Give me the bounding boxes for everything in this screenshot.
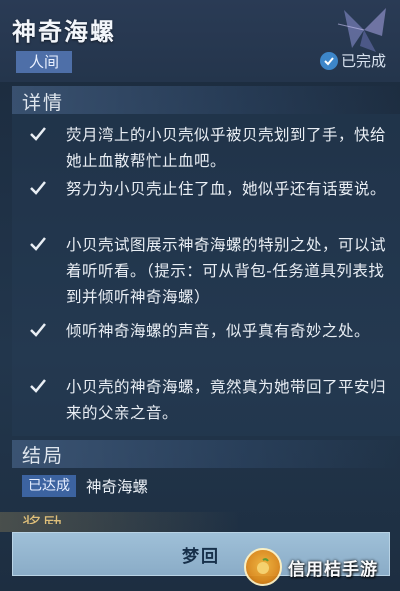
quest-title: 神奇海螺 [12, 18, 116, 46]
orange-logo-icon [244, 548, 282, 586]
watermark-text: 信用桔手游 [288, 559, 378, 580]
butterfly-emblem-icon [337, 8, 386, 52]
watermark: 信用桔手游 [244, 548, 378, 586]
completed-label: 已完成 [340, 52, 386, 70]
completed-badge: 已完成 [319, 50, 386, 71]
check-circle-icon [319, 51, 338, 70]
details-section-title: 详情 [22, 92, 65, 114]
check-icon [30, 379, 46, 393]
check-icon [30, 127, 46, 141]
check-icon [30, 323, 46, 337]
realm-tag: 人间 [16, 51, 72, 73]
ending-achieved-tag: 已达成 [22, 475, 76, 497]
ending-section-title: 结局 [22, 445, 65, 467]
task-text: 荧月湾上的小贝壳似乎被贝壳划到了手，快给她止血散帮忙止血吧。 [66, 126, 387, 170]
task-text: 小贝壳的神奇海螺，竟然真为她带回了平安归来的父亲之音。 [66, 378, 387, 422]
quest-header: 神奇海螺 人间 已完成 [0, 0, 400, 82]
ending-row: 已达成 神奇海螺 [22, 474, 148, 498]
check-icon [30, 181, 46, 195]
reward-section-title: 奖励 [22, 510, 64, 524]
check-icon [30, 237, 46, 251]
task-text: 小贝壳试图展示神奇海螺的特别之处，可以试着听听看。（提示：可从背包-任务道具列表… [66, 236, 387, 306]
ending-section-bar [12, 440, 400, 468]
task-text: 倾听神奇海螺的声音，似乎真有奇妙之处。 [66, 322, 371, 340]
ending-name: 神奇海螺 [86, 478, 149, 496]
details-section-bar [12, 86, 400, 114]
task-text: 努力为小贝壳止住了血，她似乎还有话要说。 [66, 180, 387, 198]
